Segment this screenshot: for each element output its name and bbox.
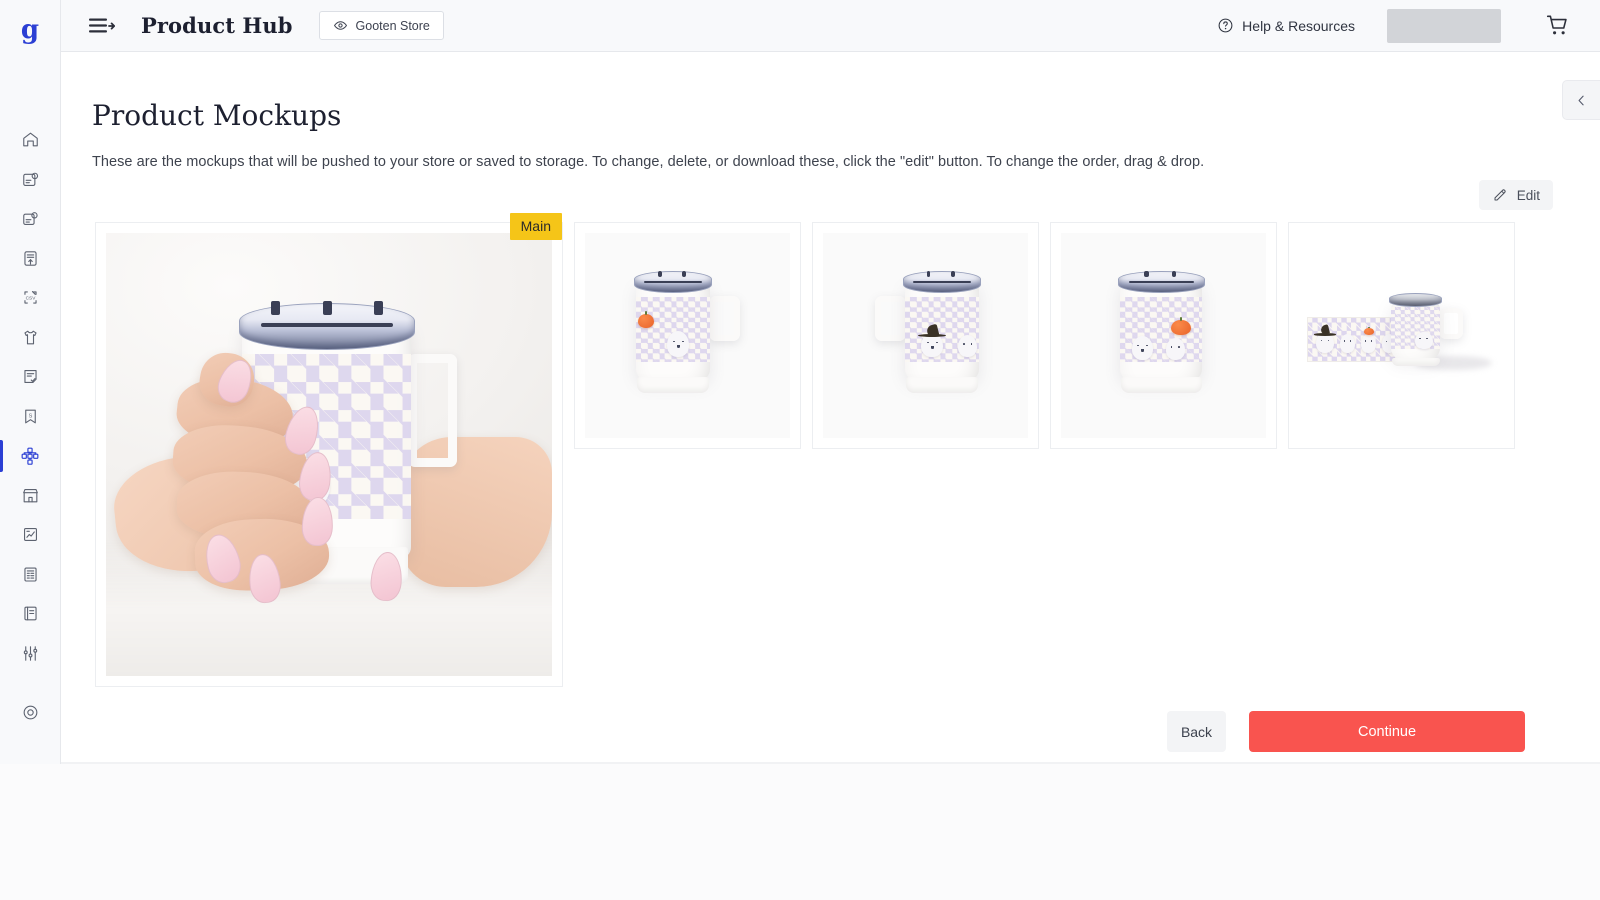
nav-items: CSV S bbox=[0, 120, 61, 733]
continue-button[interactable]: Continue bbox=[1249, 711, 1525, 752]
eye-icon bbox=[333, 21, 347, 30]
svg-text:CSV: CSV bbox=[25, 296, 36, 302]
sidebar-item-catalog[interactable] bbox=[0, 594, 61, 634]
store-selector-chip[interactable]: Gooten Store bbox=[318, 11, 444, 40]
edit-button[interactable]: Edit bbox=[1478, 180, 1553, 210]
hierarchy-icon bbox=[21, 447, 39, 465]
mockup-thumb-4[interactable] bbox=[1288, 222, 1515, 449]
panel-collapse-button[interactable] bbox=[1562, 80, 1600, 120]
sidebar-item-storefront[interactable] bbox=[0, 476, 61, 516]
mockup-thumb-2[interactable] bbox=[812, 222, 1039, 449]
home-icon bbox=[22, 132, 38, 147]
brand-logo[interactable]: g bbox=[0, 0, 61, 60]
footer-actions: Back Continue bbox=[1167, 711, 1525, 752]
nav-divider-gap bbox=[0, 673, 61, 693]
help-resources-label: Help & Resources bbox=[1242, 17, 1355, 34]
mockup-image bbox=[585, 233, 790, 438]
mockup-image bbox=[106, 233, 552, 676]
sidebar-item-approvals[interactable] bbox=[0, 357, 61, 397]
help-resources-button[interactable]: Help & Resources bbox=[1217, 17, 1355, 34]
mockup-thumb-1[interactable] bbox=[574, 222, 801, 449]
mockup-image bbox=[1061, 233, 1266, 438]
menu-toggle-button[interactable] bbox=[85, 11, 119, 41]
book-icon bbox=[23, 606, 37, 621]
main-content: Product Mockups These are the mockups th… bbox=[61, 52, 1600, 764]
tshirt-icon bbox=[23, 330, 37, 345]
file-check-icon bbox=[23, 370, 37, 384]
svg-text:S: S bbox=[28, 413, 32, 419]
target-icon bbox=[23, 705, 37, 720]
sidebar-item-orders[interactable] bbox=[0, 199, 61, 239]
page-description: These are the mockups that will be pushe… bbox=[92, 154, 1205, 170]
account-menu-placeholder[interactable] bbox=[1387, 8, 1501, 43]
back-button[interactable]: Back bbox=[1167, 711, 1226, 752]
sidebar-item-billing[interactable] bbox=[0, 555, 61, 595]
invoice-icon bbox=[23, 567, 37, 582]
csv-export-icon: CSV bbox=[23, 291, 37, 304]
sidebar-item-product-hub[interactable] bbox=[0, 436, 61, 476]
orders-user-icon bbox=[22, 212, 38, 226]
shopping-cart-icon bbox=[1546, 15, 1567, 35]
left-nav-rail: g CSV S bbox=[0, 0, 61, 764]
sidebar-item-support[interactable] bbox=[0, 693, 61, 733]
footer-divider bbox=[61, 762, 1600, 764]
app-window: g CSV S Product Hub Gooten Store Help & … bbox=[0, 0, 1600, 764]
sidebar-item-home[interactable] bbox=[0, 120, 61, 160]
storefront-icon bbox=[22, 488, 38, 503]
store-chip-label: Gooten Store bbox=[355, 18, 430, 33]
sliders-icon bbox=[23, 645, 37, 661]
hamburger-icon bbox=[89, 18, 115, 32]
top-bar-right-group: Help & Resources bbox=[1217, 0, 1600, 52]
mockup-image bbox=[823, 233, 1028, 438]
cart-button[interactable] bbox=[1545, 13, 1570, 38]
page-title-header: Product Hub bbox=[141, 13, 293, 38]
order-user-icon bbox=[22, 172, 38, 186]
sidebar-item-products[interactable] bbox=[0, 318, 61, 358]
sidebar-item-saved[interactable]: S bbox=[0, 397, 61, 437]
mockup-main-lifestyle[interactable]: Main bbox=[95, 213, 563, 687]
edit-button-label: Edit bbox=[1516, 187, 1540, 203]
sidebar-item-csv-export[interactable]: CSV bbox=[0, 278, 61, 318]
mockup-thumb-3[interactable] bbox=[1050, 222, 1277, 449]
chart-report-icon bbox=[23, 528, 37, 542]
main-badge: Main bbox=[509, 213, 562, 240]
mockup-image bbox=[1299, 233, 1504, 438]
mockup-list: Main bbox=[95, 213, 1515, 687]
bookmark-s-icon: S bbox=[24, 409, 36, 424]
sidebar-item-upload-order[interactable] bbox=[0, 239, 61, 279]
sidebar-item-analytics[interactable] bbox=[0, 515, 61, 555]
logo-glyph: g bbox=[20, 15, 40, 45]
question-circle-icon bbox=[1218, 18, 1233, 33]
pencil-icon bbox=[1494, 189, 1506, 201]
chevron-left-icon bbox=[1578, 95, 1584, 105]
page-title: Product Mockups bbox=[92, 99, 342, 132]
sidebar-item-new-order[interactable] bbox=[0, 160, 61, 200]
file-upload-icon bbox=[23, 250, 37, 266]
sidebar-item-settings[interactable] bbox=[0, 634, 61, 674]
top-bar: Product Hub Gooten Store Help & Resource… bbox=[61, 0, 1600, 52]
